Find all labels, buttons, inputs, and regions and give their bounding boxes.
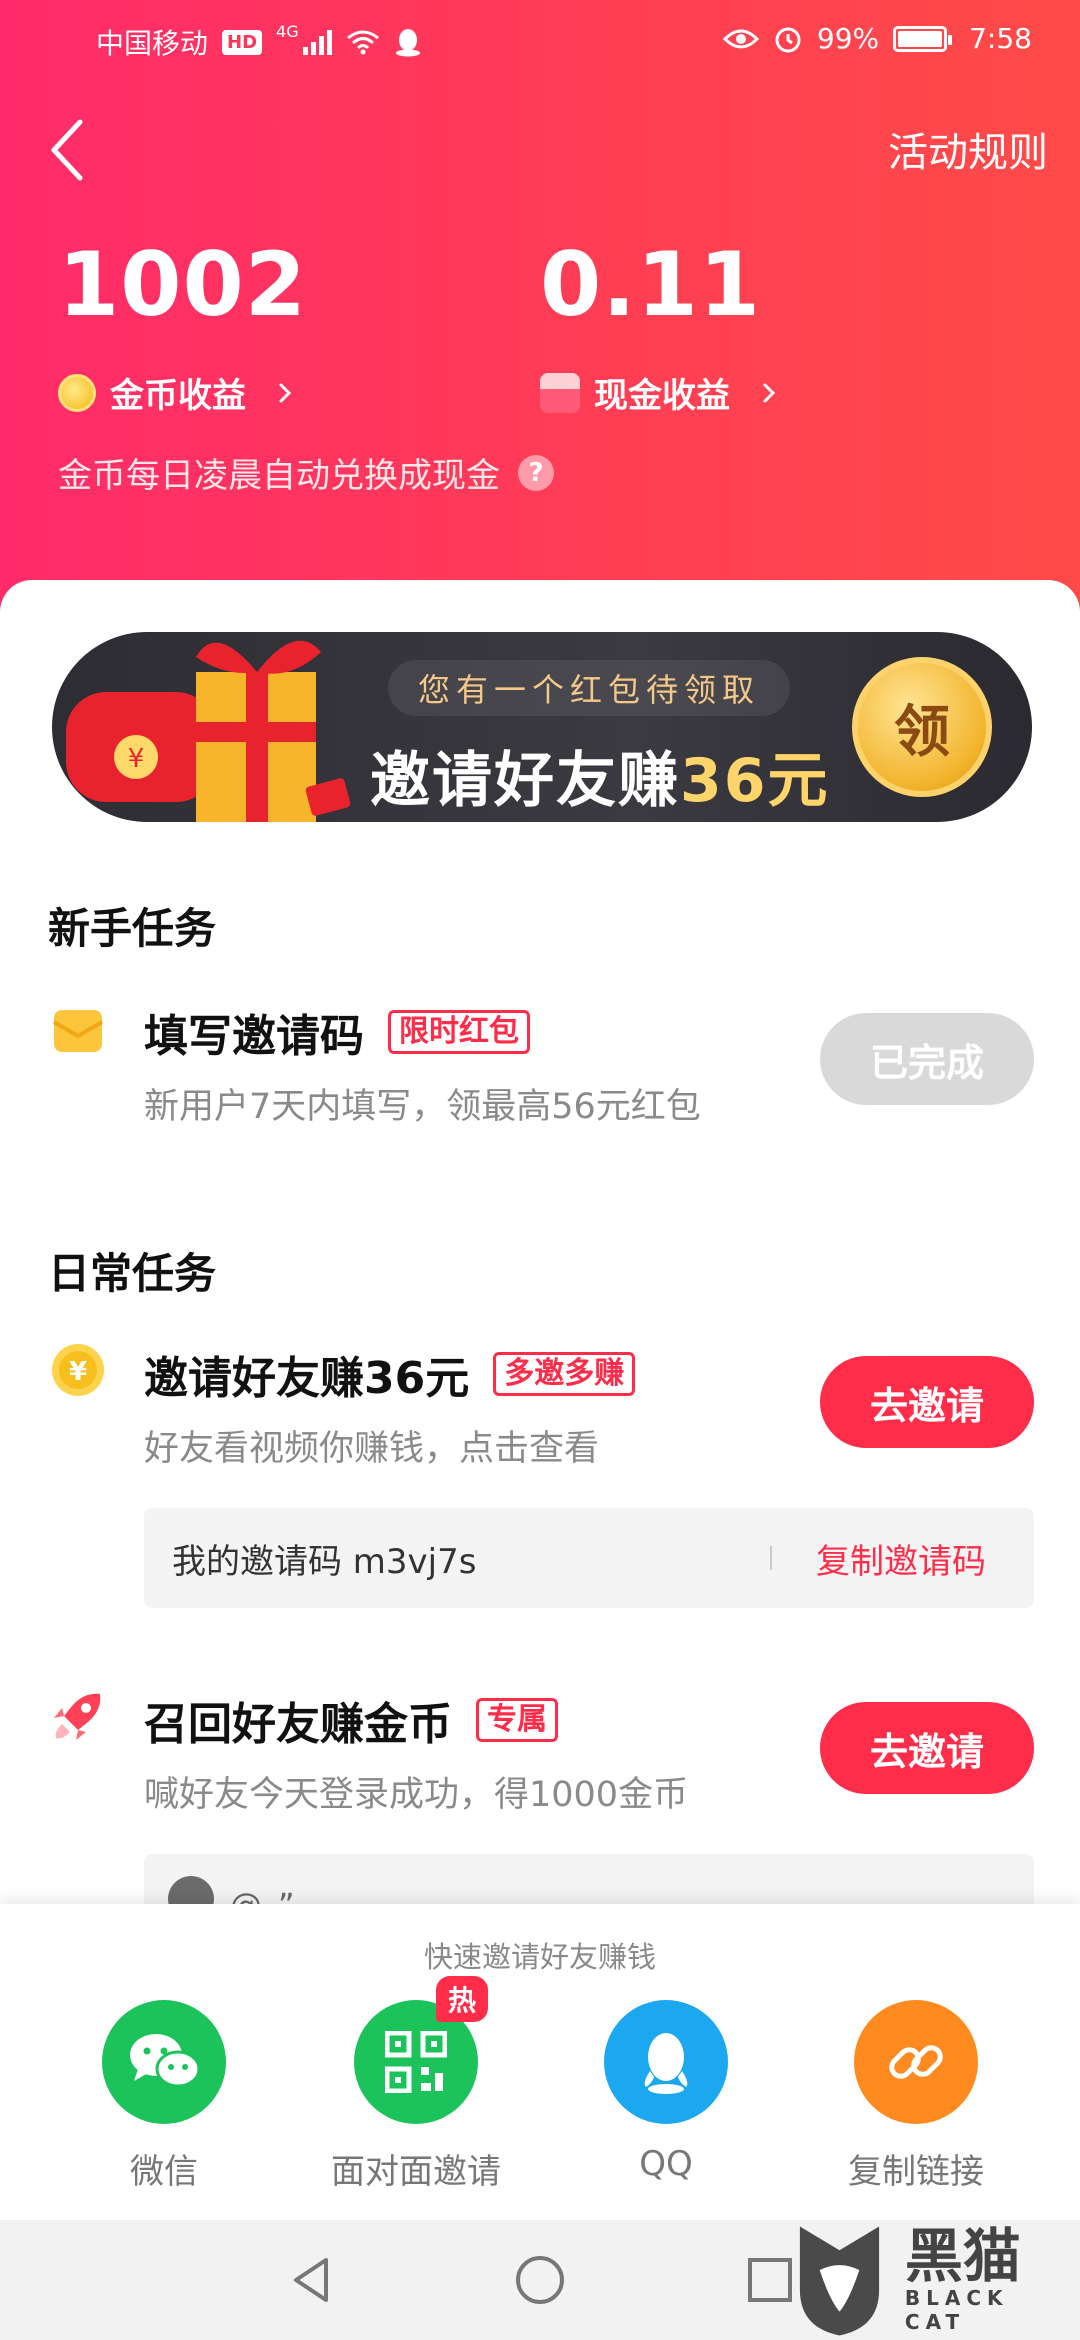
activity-rules-link[interactable]: 活动规则 <box>888 120 1048 178</box>
status-bar: 中国移动 HD 4G 99% 7:58 <box>0 0 1080 84</box>
share-face-to-face-button[interactable]: 热 面对面邀请 <box>316 1976 516 2193</box>
task-title-text: 召回好友赚金币 <box>144 1699 452 1750</box>
envelope-icon <box>52 1010 104 1052</box>
page: 中国移动 HD 4G 99% 7:58 活动规则 1002 0.11 金币收益 … <box>0 0 1080 2340</box>
claim-button[interactable]: 领 <box>852 657 992 797</box>
svg-text:¥: ¥ <box>128 744 145 774</box>
multi-invite-tag: 多邀多赚 <box>493 1352 636 1396</box>
invite-code-text: 我的邀请码 m3vj7s <box>172 1541 477 1582</box>
carrier-label: 中国移动 <box>96 27 209 60</box>
invite-banner[interactable]: ¥ 您有一个红包待领取 邀请好友赚 36元 领 <box>52 632 1032 822</box>
task-desc: 喊好友今天登录成功，得1000金币 <box>144 1775 689 1815</box>
task-title: 召回好友赚金币 专属 <box>144 1688 558 1752</box>
share-qq-button[interactable]: QQ <box>566 2000 766 2184</box>
coins-value: 1002 <box>58 233 307 336</box>
share-wechat-button[interactable]: 微信 <box>64 2000 264 2193</box>
gold-coin-icon <box>58 373 96 412</box>
signal-icon <box>302 29 332 55</box>
task-desc: 新用户7天内填写，领最高56元红包 <box>144 1087 701 1127</box>
banner-title: 邀请好友赚 36元 <box>370 732 830 819</box>
qrcode-icon: 热 <box>354 1976 488 2124</box>
share-label: 面对面邀请 <box>331 2152 501 2192</box>
wechat-icon <box>102 2000 226 2124</box>
chevron-left-icon <box>51 119 83 181</box>
battery-percent: 99% <box>816 22 880 55</box>
banner-title-text: 邀请好友赚 <box>370 746 680 816</box>
task-title-text: 填写邀请码 <box>144 1011 364 1062</box>
alarm-icon <box>775 27 801 52</box>
red-envelope-gift-icon: ¥ <box>66 640 351 822</box>
cash-label: 现金收益 <box>594 376 730 416</box>
share-sheet: 快速邀请好友赚钱 微信 热 面对面邀请 QQ 复制链接 <box>0 1904 1080 2220</box>
back-button[interactable] <box>40 110 100 190</box>
coins-stat[interactable]: 1002 <box>58 235 307 335</box>
link-icon <box>854 2000 978 2124</box>
exchange-hint: 金币每日凌晨自动兑换成现金 ? <box>58 448 554 497</box>
exchange-hint-text: 金币每日凌晨自动兑换成现金 <box>58 456 500 496</box>
watermark-big: 黑猫 <box>904 2222 1021 2290</box>
network-label: 4G <box>276 22 299 41</box>
qq-icon <box>604 2000 728 2124</box>
cash-earnings-link[interactable]: 现金收益 <box>540 368 780 417</box>
task-title: 填写邀请码 限时红包 <box>144 1000 530 1064</box>
eye-icon <box>722 29 759 48</box>
wifi-icon <box>346 30 379 55</box>
cash-stat[interactable]: 0.11 <box>540 235 761 335</box>
task-desc[interactable]: 好友看视频你赚钱，点击查看 <box>144 1420 599 1471</box>
daily-section-title: 日常任务 <box>48 1249 217 1298</box>
battery-icon <box>893 25 953 52</box>
cash-icon <box>540 372 580 413</box>
limited-tag: 限时红包 <box>388 1010 530 1054</box>
share-label: 复制链接 <box>848 2152 984 2192</box>
pending-envelope-pill: 您有一个红包待领取 <box>388 660 791 716</box>
header-hero: 中国移动 HD 4G 99% 7:58 活动规则 1002 0.11 金币收益 … <box>0 0 1080 640</box>
task-title-text: 邀请好友赚36元 <box>144 1353 470 1404</box>
share-title: 快速邀请好友赚钱 <box>423 1940 656 1974</box>
rocket-icon <box>54 1693 101 1740</box>
hot-badge: 热 <box>436 1976 488 2022</box>
qq-status-icon <box>395 29 420 57</box>
watermark: 黑猫 BLACK CAT <box>790 2220 1080 2340</box>
recall-invite-button[interactable]: 去邀请 <box>820 1702 1034 1794</box>
share-copy-link-button[interactable]: 复制链接 <box>816 2000 1016 2193</box>
watermark-small: BLACK CAT <box>904 2286 1009 2334</box>
invite-button[interactable]: 去邀请 <box>820 1356 1034 1448</box>
help-icon[interactable]: ? <box>518 454 554 491</box>
nav-home-icon[interactable] <box>510 2250 570 2310</box>
exclusive-tag: 专属 <box>476 1698 558 1742</box>
coins-earnings-link[interactable]: 金币收益 <box>58 368 296 417</box>
divider <box>770 1546 772 1570</box>
hd-badge: HD <box>222 29 263 55</box>
newbie-section-title: 新手任务 <box>48 904 217 953</box>
banner-amount: 36元 <box>680 746 830 816</box>
chevron-right-icon <box>279 383 292 402</box>
svg-text:¥: ¥ <box>69 1357 87 1387</box>
yuan-coin-icon: ¥ <box>52 1344 104 1396</box>
chevron-right-icon <box>763 383 776 402</box>
coins-label: 金币收益 <box>110 376 246 416</box>
share-label: 微信 <box>130 2152 198 2192</box>
task-title: 邀请好友赚36元 多邀多赚 <box>144 1342 636 1406</box>
status-right: 99% 7:58 <box>722 22 1032 55</box>
cash-value: 0.11 <box>540 233 762 336</box>
completed-button[interactable]: 已完成 <box>820 1013 1034 1105</box>
watermark-text: 黑猫 BLACK CAT <box>905 2226 1080 2334</box>
nav-back-icon[interactable] <box>282 2250 342 2310</box>
share-label: QQ <box>639 2144 693 2184</box>
black-cat-logo-icon <box>799 2226 880 2336</box>
invite-code-box: 我的邀请码 m3vj7s 复制邀请码 <box>144 1508 1034 1608</box>
status-left: 中国移动 HD 4G <box>96 22 422 62</box>
clock-time: 7:58 <box>969 22 1032 55</box>
copy-invite-code-button[interactable]: 复制邀请码 <box>816 1534 986 1583</box>
